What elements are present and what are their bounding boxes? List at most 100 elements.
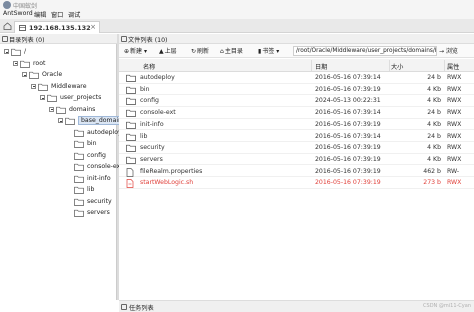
file-row[interactable]: console-ext 2016-05-16 07:39:14 24 b RWX — [119, 107, 474, 119]
up-button[interactable]: ▲上层 — [159, 46, 177, 56]
column-separator[interactable] — [311, 60, 312, 71]
file-attr: RWX — [447, 109, 462, 117]
file-size: 24 b — [427, 109, 441, 117]
folder-icon — [126, 109, 136, 117]
file-name: security — [140, 144, 165, 152]
tree-item-label: servers — [87, 209, 110, 216]
folder-icon — [56, 106, 66, 114]
window-title: 中国蚁剑 — [13, 3, 38, 10]
file-date: 2016-05-16 07:39:14 — [315, 132, 381, 140]
directory-panel-title: 目录列表 (0) — [9, 37, 45, 44]
folder-icon — [126, 97, 136, 106]
tree-item-label: domains — [69, 105, 96, 113]
folder-icon — [38, 83, 48, 91]
collapse-icon[interactable] — [40, 95, 45, 100]
tree-item-label: autodeploy — [87, 128, 122, 136]
folder-icon — [47, 94, 57, 102]
file-row[interactable]: servers 2016-05-16 07:39:19 4 Kb RWX — [119, 154, 474, 166]
file-row[interactable]: startWebLogic.sh 2016-05-16 07:39:19 273 b… — [119, 177, 474, 189]
file-attr: RW- — [447, 167, 460, 175]
file-name: fileRealm.properties — [140, 167, 203, 175]
column-name[interactable]: 名称 — [143, 62, 155, 71]
file-name: servers — [140, 155, 163, 163]
refresh-icon: ↻ — [191, 48, 197, 55]
file-row[interactable]: lib 2016-05-16 07:39:14 24 b RWX — [119, 131, 474, 142]
new-icon: ⊕ — [124, 48, 130, 55]
collapse-icon[interactable] — [22, 72, 27, 77]
home-dir-icon: ⌂ — [220, 48, 224, 55]
home-dir-label: 主目录 — [224, 48, 243, 55]
file-size: 24 b — [427, 74, 441, 81]
tab-bar: 192.168.135.132 × — [0, 19, 474, 33]
home-icon[interactable] — [3, 22, 12, 30]
menu-window[interactable]: 窗口 — [51, 10, 63, 19]
file-row[interactable]: security 2016-05-16 07:39:19 4 Kb RWX — [119, 142, 474, 154]
file-row[interactable]: bin 2016-05-16 07:39:19 4 Kb RWX — [119, 84, 474, 96]
collapse-icon[interactable] — [4, 49, 9, 54]
column-size[interactable]: 大小 — [391, 62, 403, 71]
folder-icon — [74, 186, 84, 194]
menu-antsword[interactable]: AntSword — [3, 10, 33, 17]
file-attr: RWX — [447, 85, 462, 93]
arrow-up-icon: ▲ — [159, 48, 164, 55]
file-name: bin — [140, 85, 150, 93]
menu-debug[interactable]: 调试 — [68, 10, 80, 19]
browse-button[interactable]: → 浏览 — [439, 46, 458, 56]
tab-connection[interactable]: 192.168.135.132 × — [14, 21, 100, 33]
up-label: 上层 — [164, 48, 177, 55]
file-date: 2016-05-16 07:39:19 — [315, 155, 381, 163]
file-size: 4 Kb — [427, 85, 441, 93]
collapse-icon[interactable] — [31, 83, 36, 89]
folder-icon — [126, 121, 136, 129]
file-name: init-info — [140, 120, 164, 128]
file-attr: RWX — [447, 97, 462, 105]
server-icon — [19, 25, 26, 31]
tree-item-label: Oracle — [42, 71, 63, 78]
file-row[interactable]: init-info 2016-05-16 07:39:19 4 Kb RWX — [119, 119, 474, 131]
tree-item-label: user_projects — [60, 94, 102, 101]
folder-icon — [74, 129, 84, 137]
home-dir-button[interactable]: ⌂主目录 — [220, 46, 243, 56]
folder-icon — [74, 152, 84, 160]
path-input[interactable]: /root/Oracle/Middleware/user_projects/do… — [293, 46, 437, 56]
file-attr: RWX — [447, 144, 462, 152]
tree-item-label: Middleware — [51, 82, 87, 90]
file-attr: RWX — [447, 74, 462, 81]
collapse-icon[interactable] — [58, 118, 63, 123]
column-separator[interactable] — [444, 60, 445, 71]
folder-icon — [126, 86, 136, 94]
directory-tree: / root Oracle Middleware user_projectsdomain… — [0, 44, 126, 300]
bottom-left-area — [0, 300, 119, 312]
file-row[interactable]: config 2024-05-13 00:22:31 4 Kb RWX — [119, 95, 474, 107]
tree-item-label: config — [87, 151, 106, 159]
menu-edit[interactable]: 编辑 — [34, 10, 46, 19]
column-date[interactable]: 日期 — [315, 62, 327, 71]
file-date: 2016-05-16 07:39:19 — [315, 85, 381, 93]
tab-label: 192.168.135.132 — [29, 24, 91, 32]
collapse-icon[interactable] — [49, 106, 54, 112]
tree-item-label: root — [33, 59, 46, 67]
new-button[interactable]: ⊕新建 ▾ — [124, 46, 147, 56]
file-size: 4 Kb — [427, 144, 441, 152]
collapse-icon[interactable] — [13, 60, 18, 66]
window-titlebar: 中国蚁剑 — [0, 0, 474, 10]
folder-icon — [74, 175, 84, 183]
close-icon[interactable]: × — [90, 23, 96, 31]
file-date: 2016-05-16 07:39:19 — [315, 179, 381, 187]
file-grid: autodeploy 2016-05-16 07:39:14 24 b RWX bin 2… — [119, 72, 474, 300]
tree-item-label: bin — [87, 140, 97, 147]
folder-icon — [126, 74, 136, 82]
column-attr[interactable]: 属性 — [447, 62, 459, 71]
file-size: 24 b — [427, 132, 441, 140]
column-separator[interactable] — [389, 60, 390, 71]
tree-item-label: / — [24, 48, 27, 55]
file-row[interactable]: autodeploy 2016-05-16 07:39:14 24 b RWX — [119, 72, 474, 84]
new-label: 新建 — [130, 48, 143, 55]
refresh-button[interactable]: ↻刷新 — [191, 46, 209, 56]
file-date: 2016-05-16 07:39:14 — [315, 74, 381, 81]
tree-item-label: security — [87, 197, 112, 205]
file-size: 4 Kb — [427, 97, 441, 105]
bookmark-button[interactable]: ▮书签 ▾ — [258, 46, 279, 56]
file-row[interactable]: fileRealm.properties 2016-05-16 07:39:19 4… — [119, 166, 474, 178]
folder-icon — [74, 140, 84, 148]
